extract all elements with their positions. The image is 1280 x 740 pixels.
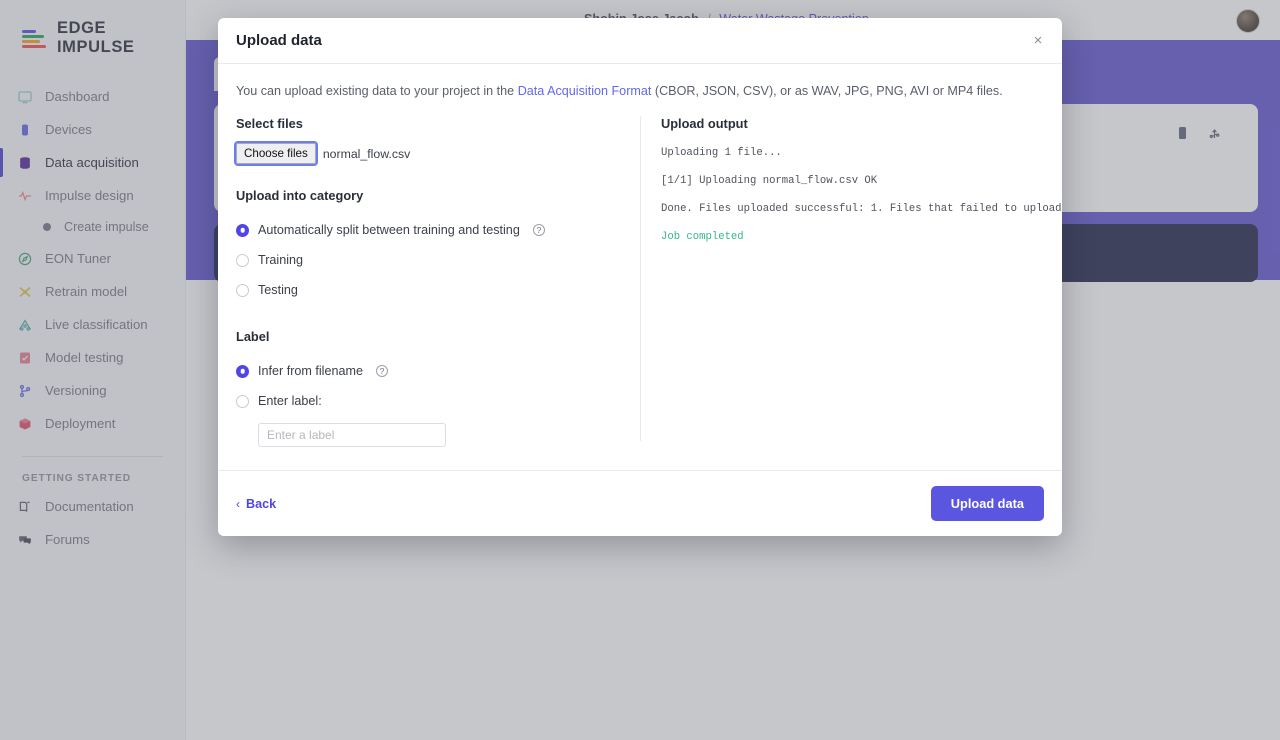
upload-category-label: Upload into category bbox=[236, 188, 620, 203]
selected-file-name: normal_flow.csv bbox=[323, 147, 410, 161]
modal-header: Upload data × bbox=[218, 18, 1062, 64]
intro-prefix: You can upload existing data to your pro… bbox=[236, 84, 518, 98]
modal-title: Upload data bbox=[236, 32, 322, 49]
help-icon[interactable]: ? bbox=[376, 365, 388, 377]
upload-data-modal: Upload data × You can upload existing da… bbox=[218, 18, 1062, 536]
radio-label: Infer from filename bbox=[258, 364, 363, 378]
modal-footer: ‹ Back Upload data bbox=[218, 470, 1062, 536]
radio-testing[interactable]: Testing bbox=[236, 275, 620, 305]
radio-label: Testing bbox=[258, 283, 298, 297]
intro-suffix: (CBOR, JSON, CSV), or as WAV, JPG, PNG, … bbox=[651, 84, 1002, 98]
modal-body: You can upload existing data to your pro… bbox=[218, 64, 1062, 470]
label-input[interactable] bbox=[258, 423, 446, 447]
radio-button-icon[interactable] bbox=[236, 254, 249, 267]
upload-data-button[interactable]: Upload data bbox=[931, 486, 1044, 521]
upload-form-column: Select files Choose files normal_flow.cs… bbox=[236, 116, 640, 441]
data-acquisition-format-link[interactable]: Data Acquisition Format bbox=[518, 84, 652, 98]
modal-columns: Select files Choose files normal_flow.cs… bbox=[236, 116, 1044, 441]
choose-files-button[interactable]: Choose files bbox=[236, 143, 316, 164]
radio-button-icon[interactable] bbox=[236, 365, 249, 378]
close-icon[interactable]: × bbox=[1028, 31, 1048, 51]
output-line: Uploading 1 file... bbox=[661, 147, 1062, 159]
radio-training[interactable]: Training bbox=[236, 245, 620, 275]
chevron-left-icon: ‹ bbox=[236, 497, 240, 511]
label-section-label: Label bbox=[236, 329, 620, 344]
radio-enter-label[interactable]: Enter label: bbox=[236, 386, 620, 416]
radio-button-icon[interactable] bbox=[236, 224, 249, 237]
file-picker-row: Choose files normal_flow.csv bbox=[236, 143, 620, 164]
radio-button-icon[interactable] bbox=[236, 395, 249, 408]
radio-infer-from-filename[interactable]: Infer from filename ? bbox=[236, 356, 620, 386]
output-line-status: Job completed bbox=[661, 231, 1062, 243]
output-line: Done. Files uploaded successful: 1. File… bbox=[661, 203, 1062, 215]
intro-text: You can upload existing data to your pro… bbox=[236, 84, 1044, 98]
radio-label: Enter label: bbox=[258, 394, 322, 408]
radio-button-icon[interactable] bbox=[236, 284, 249, 297]
help-icon[interactable]: ? bbox=[533, 224, 545, 236]
select-files-label: Select files bbox=[236, 116, 620, 131]
output-line: [1/1] Uploading normal_flow.csv OK bbox=[661, 175, 1062, 187]
upload-output-column: Upload output Uploading 1 file... [1/1] … bbox=[640, 116, 1062, 441]
radio-label: Training bbox=[258, 253, 303, 267]
radio-auto-split[interactable]: Automatically split between training and… bbox=[236, 215, 620, 245]
back-button-label: Back bbox=[246, 497, 276, 511]
back-button[interactable]: ‹ Back bbox=[236, 497, 276, 511]
upload-output-title: Upload output bbox=[661, 116, 1062, 131]
radio-label: Automatically split between training and… bbox=[258, 223, 520, 237]
